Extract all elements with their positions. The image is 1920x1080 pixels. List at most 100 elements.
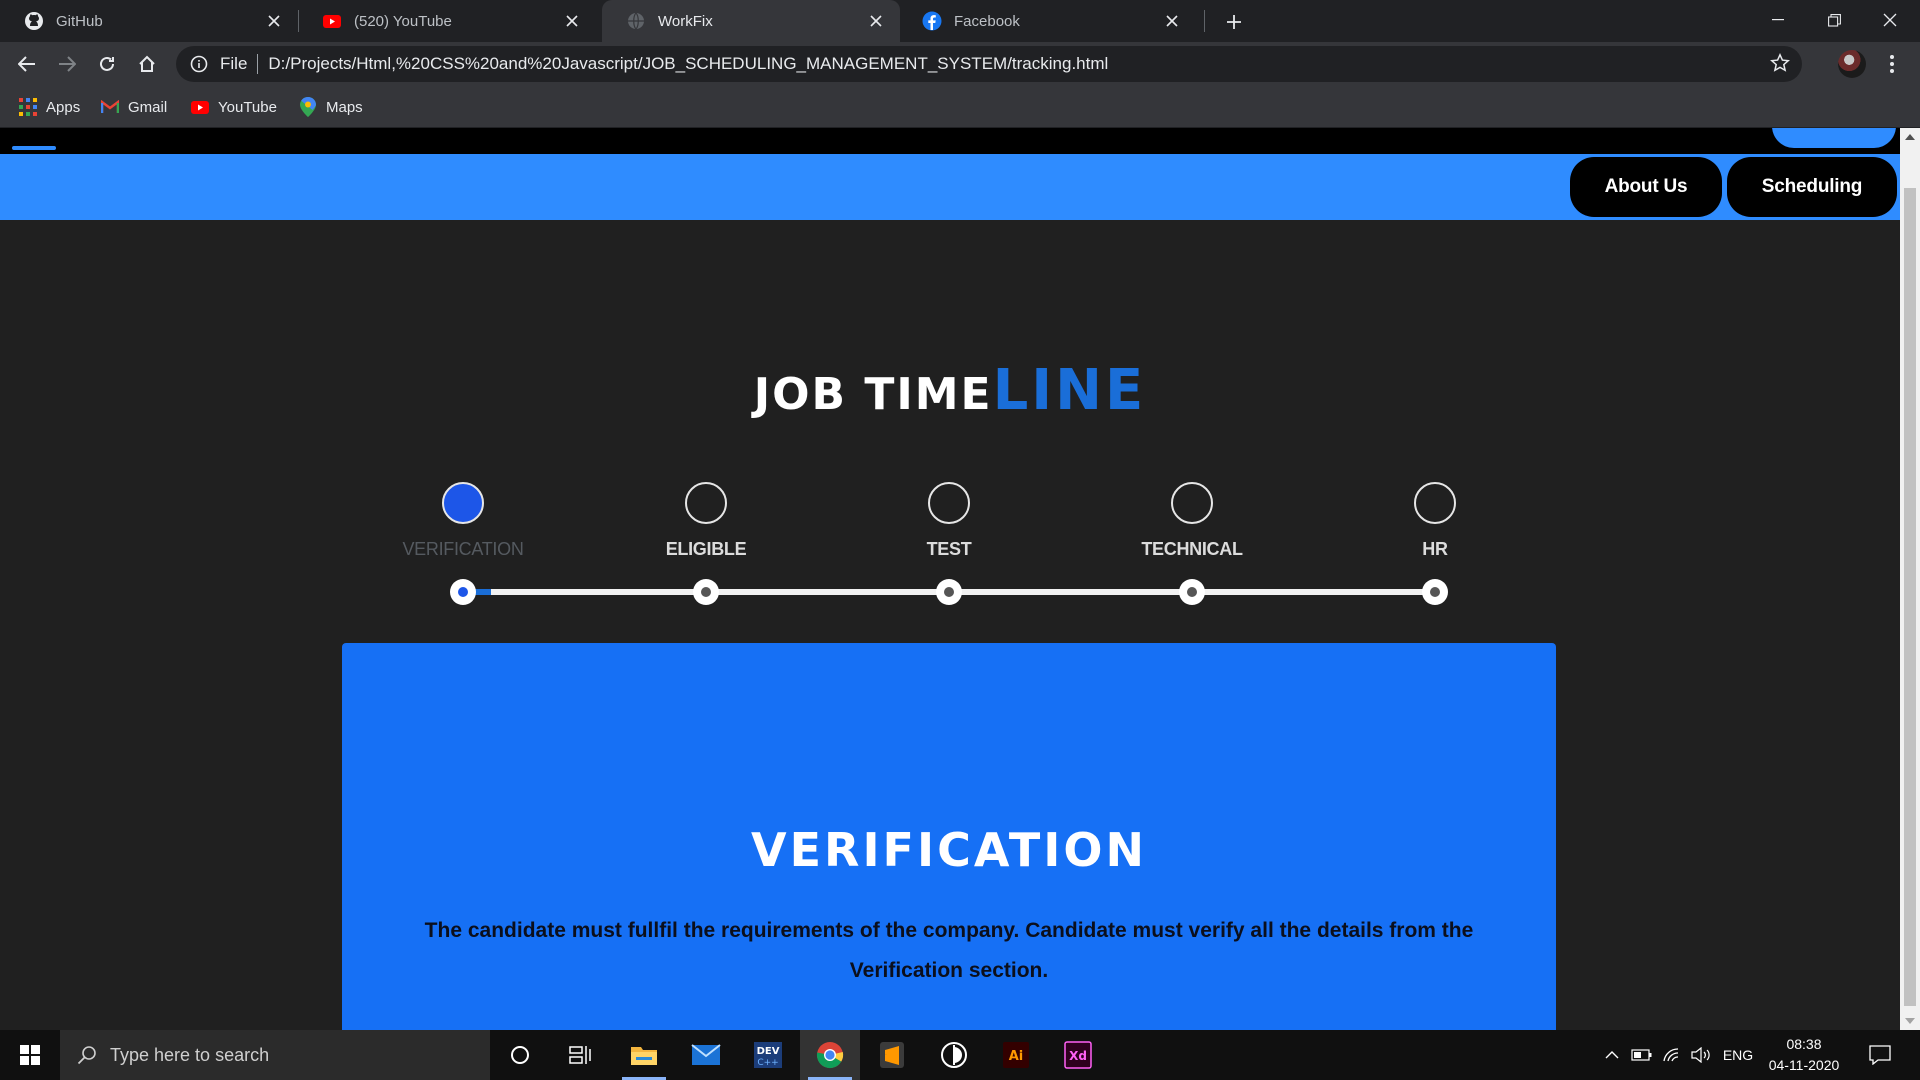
taskbar-search[interactable]: Type here to search xyxy=(60,1030,490,1080)
close-window-button[interactable] xyxy=(1862,0,1918,40)
cortana-icon[interactable] xyxy=(490,1030,550,1080)
profile-avatar[interactable] xyxy=(1838,50,1866,78)
step-label: HR xyxy=(1422,539,1448,559)
search-placeholder: Type here to search xyxy=(110,1044,270,1065)
restore-button[interactable] xyxy=(1806,0,1862,40)
chevron-up-icon[interactable] xyxy=(1600,1030,1624,1080)
step-label: VERIFICATION xyxy=(402,539,524,559)
step-circle[interactable] xyxy=(685,482,727,524)
windows-taskbar: Type here to search DEV C++ Ai Xd ENG 08… xyxy=(0,1030,1920,1080)
step-label: TECHNICAL xyxy=(1141,539,1243,559)
bookmark-apps[interactable]: Apps xyxy=(19,94,80,120)
bookmarks-bar: Apps Gmail YouTube Maps xyxy=(0,86,1920,128)
step-technical[interactable]: TECHNICAL xyxy=(1072,482,1312,560)
battery-icon[interactable] xyxy=(1628,1030,1656,1080)
close-icon[interactable] xyxy=(562,11,582,31)
more-menu-icon[interactable] xyxy=(1880,52,1904,76)
search-icon xyxy=(76,1044,98,1066)
tab-workfix[interactable]: WorkFix xyxy=(602,0,900,42)
maps-icon xyxy=(299,97,317,117)
svg-text:Xd: Xd xyxy=(1069,1049,1087,1063)
chrome-icon[interactable] xyxy=(800,1030,860,1080)
minimize-button[interactable] xyxy=(1750,0,1806,40)
nav-active-underline xyxy=(12,146,56,150)
info-icon[interactable] xyxy=(188,53,210,75)
step-circle[interactable] xyxy=(928,482,970,524)
step-circle[interactable] xyxy=(442,482,484,524)
close-icon[interactable] xyxy=(264,11,284,31)
adobe-xd-icon[interactable]: Xd xyxy=(1048,1030,1108,1080)
step-hr[interactable]: HR xyxy=(1315,482,1555,560)
apps-grid-icon xyxy=(19,98,37,116)
browser-toolbar: File D:/Projects/Html,%20CSS%20and%20Jav… xyxy=(0,42,1920,86)
svg-text:C++: C++ xyxy=(757,1058,778,1068)
tab-separator xyxy=(1204,10,1205,32)
tab-youtube[interactable]: (520) YouTube xyxy=(298,0,596,42)
windows-start-icon[interactable] xyxy=(0,1030,60,1080)
mail-icon[interactable] xyxy=(676,1030,736,1080)
card-description: The candidate must fullfil the requireme… xyxy=(424,919,1474,982)
tab-title: (520) YouTube xyxy=(354,12,452,30)
illustrator-icon[interactable]: Ai xyxy=(986,1030,1046,1080)
github-icon xyxy=(24,11,44,31)
timeline-dot[interactable] xyxy=(1422,579,1448,605)
forward-button[interactable] xyxy=(51,48,83,80)
scroll-thumb[interactable] xyxy=(1904,188,1916,1006)
back-button[interactable] xyxy=(11,48,43,80)
step-verification[interactable]: VERIFICATION xyxy=(343,482,583,560)
home-button[interactable] xyxy=(131,48,163,80)
clock-date: 04-11-2020 xyxy=(1768,1057,1840,1073)
bookmark-gmail[interactable]: Gmail xyxy=(101,94,167,120)
page-scrollbar[interactable] xyxy=(1900,128,1920,1030)
nav-bar: About Us Scheduling xyxy=(0,154,1900,220)
url-scheme: File xyxy=(220,54,248,73)
youtube-icon xyxy=(191,98,209,116)
scroll-down-icon[interactable] xyxy=(1905,1018,1915,1024)
bookmark-youtube[interactable]: YouTube xyxy=(191,94,277,120)
step-test[interactable]: TEST xyxy=(829,482,1069,560)
step-circle[interactable] xyxy=(1414,482,1456,524)
timeline-dot[interactable] xyxy=(693,579,719,605)
svg-text:Ai: Ai xyxy=(1009,1049,1024,1064)
tab-github[interactable]: GitHub xyxy=(0,0,298,42)
close-icon[interactable] xyxy=(866,11,886,31)
notification-icon[interactable] xyxy=(1862,1030,1898,1080)
bookmark-star-icon[interactable] xyxy=(1770,53,1790,73)
page-title: JOB TIMELINE xyxy=(0,358,1900,423)
new-tab-button[interactable] xyxy=(1220,8,1248,36)
dot-center xyxy=(701,587,711,597)
file-explorer-icon[interactable] xyxy=(614,1030,674,1080)
step-label: ELIGIBLE xyxy=(665,539,747,559)
title-part-1: JOB TIME xyxy=(753,369,993,420)
reload-button[interactable] xyxy=(91,48,123,80)
step-eligible[interactable]: ELIGIBLE xyxy=(586,482,826,560)
url-divider xyxy=(257,54,259,74)
tab-facebook[interactable]: Facebook xyxy=(898,0,1196,42)
close-icon[interactable] xyxy=(1162,11,1182,31)
language-indicator[interactable]: ENG xyxy=(1718,1030,1758,1080)
address-bar[interactable]: File D:/Projects/Html,%20CSS%20and%20Jav… xyxy=(176,46,1802,82)
inkscape-icon[interactable] xyxy=(924,1030,984,1080)
sublime-text-icon[interactable] xyxy=(862,1030,922,1080)
dev-cpp-icon[interactable]: DEV C++ xyxy=(738,1030,798,1080)
about-us-button[interactable]: About Us xyxy=(1570,157,1722,217)
scroll-up-icon[interactable] xyxy=(1905,134,1915,140)
volume-icon[interactable] xyxy=(1688,1030,1716,1080)
timeline-dot[interactable] xyxy=(450,579,476,605)
step-label: TEST xyxy=(926,539,972,559)
step-circle[interactable] xyxy=(1171,482,1213,524)
web-page: About Us Scheduling JOB TIMELINE VERIFIC… xyxy=(0,128,1900,1030)
system-clock[interactable]: 08:38 04-11-2020 xyxy=(1758,1034,1850,1076)
timeline-dot[interactable] xyxy=(1179,579,1205,605)
bookmark-maps[interactable]: Maps xyxy=(299,94,363,120)
wifi-icon[interactable] xyxy=(1658,1030,1686,1080)
nav-pill[interactable] xyxy=(1772,128,1896,148)
dot-center xyxy=(1187,587,1197,597)
svg-text:DEV: DEV xyxy=(757,1046,780,1057)
task-view-icon[interactable] xyxy=(550,1030,610,1080)
url-text[interactable]: D:/Projects/Html,%20CSS%20and%20Javascri… xyxy=(268,54,1108,74)
dot-center xyxy=(458,587,468,597)
card-title: VERIFICATION xyxy=(751,823,1147,877)
timeline-dot[interactable] xyxy=(936,579,962,605)
scheduling-button[interactable]: Scheduling xyxy=(1727,157,1897,217)
